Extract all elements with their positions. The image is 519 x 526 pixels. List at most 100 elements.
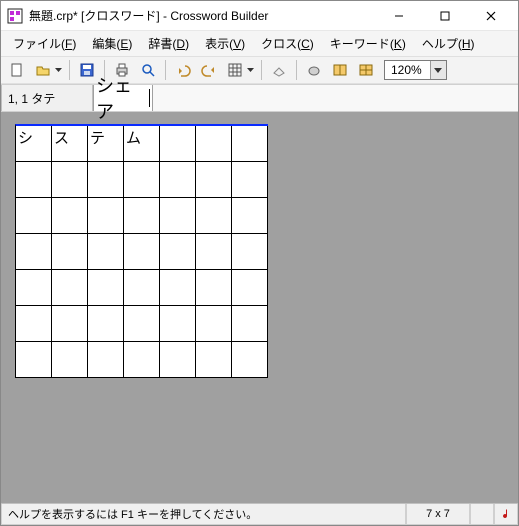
close-button[interactable] — [468, 2, 514, 30]
grid-cell[interactable]: テ — [88, 126, 124, 162]
grid-cell[interactable] — [196, 306, 232, 342]
grid-cell[interactable] — [196, 162, 232, 198]
grid-cell[interactable] — [16, 342, 52, 378]
zoom-combo[interactable]: 120% — [384, 60, 447, 80]
tool-a-button[interactable] — [328, 59, 352, 81]
solve-button[interactable] — [302, 59, 326, 81]
grid-cell[interactable] — [232, 270, 268, 306]
grid-cell[interactable] — [232, 198, 268, 234]
grid-cell[interactable]: シ — [16, 126, 52, 162]
grid-cell[interactable] — [196, 270, 232, 306]
app-icon — [7, 8, 23, 24]
grid-cell[interactable] — [160, 234, 196, 270]
status-hint: ヘルプを表示するには F1 キーを押してください。 — [1, 504, 406, 525]
grid-cell[interactable] — [88, 234, 124, 270]
new-button[interactable] — [5, 59, 29, 81]
grid-cell[interactable] — [52, 198, 88, 234]
clue-text-value: シェア — [96, 72, 148, 124]
toolbar-separator — [69, 60, 70, 80]
grid-cell[interactable]: ス — [52, 126, 88, 162]
menu-file[interactable]: ファイル(F) — [7, 33, 82, 54]
grid-cell[interactable] — [88, 270, 124, 306]
minimize-button[interactable] — [376, 2, 422, 30]
zoom-value[interactable]: 120% — [385, 63, 430, 77]
toolbar-separator — [261, 60, 262, 80]
open-dropdown[interactable] — [53, 68, 63, 73]
status-panel-blank — [470, 504, 494, 525]
grid-cell[interactable] — [196, 342, 232, 378]
grid-cell[interactable] — [52, 270, 88, 306]
chevron-down-icon[interactable] — [430, 61, 446, 79]
grid-cell[interactable] — [124, 306, 160, 342]
grid-cell[interactable] — [16, 198, 52, 234]
grid-settings-button[interactable] — [223, 59, 247, 81]
window-title: 無題.crp* [クロスワード] - Crossword Builder — [29, 7, 376, 24]
grid-cell[interactable] — [88, 162, 124, 198]
grid-cell[interactable] — [52, 234, 88, 270]
grid-cell[interactable] — [196, 126, 232, 162]
grid-cell[interactable] — [52, 306, 88, 342]
open-button[interactable] — [31, 59, 55, 81]
grid-row — [16, 306, 268, 342]
statusbar: ヘルプを表示するには F1 キーを押してください。 7 x 7 — [1, 503, 518, 525]
grid-cell[interactable] — [124, 198, 160, 234]
grid-cell[interactable] — [160, 270, 196, 306]
grid-cell[interactable] — [124, 234, 160, 270]
menu-view[interactable]: 表示(V) — [199, 33, 251, 54]
grid-cell[interactable] — [16, 270, 52, 306]
grid-dropdown[interactable] — [245, 68, 255, 73]
menu-help[interactable]: ヘルプ(H) — [416, 33, 481, 54]
status-music-icon[interactable] — [494, 504, 518, 525]
clue-text-input[interactable]: シェア — [93, 85, 153, 111]
grid-cell[interactable] — [232, 162, 268, 198]
grid-cell[interactable] — [160, 126, 196, 162]
menu-dict[interactable]: 辞書(D) — [142, 33, 195, 54]
grid-cell[interactable] — [196, 234, 232, 270]
menu-edit[interactable]: 編集(E) — [86, 33, 138, 54]
grid-cell[interactable] — [160, 162, 196, 198]
grid-row — [16, 342, 268, 378]
menubar: ファイル(F) 編集(E) 辞書(D) 表示(V) クロス(C) キーワード(K… — [1, 31, 518, 56]
grid-cell[interactable] — [160, 342, 196, 378]
grid-cell[interactable] — [88, 198, 124, 234]
grid-cell[interactable] — [232, 126, 268, 162]
erase-button[interactable] — [267, 59, 291, 81]
toolbar: 120% — [1, 56, 518, 84]
grid-cell[interactable] — [232, 306, 268, 342]
grid-cell[interactable] — [16, 162, 52, 198]
grid-cell[interactable] — [52, 342, 88, 378]
grid-cell[interactable] — [16, 234, 52, 270]
clue-row: 1, 1 タテ シェア — [1, 84, 518, 112]
grid-cell[interactable] — [232, 234, 268, 270]
clue-position-label: 1, 1 タテ — [1, 85, 93, 111]
grid-cell[interactable] — [160, 198, 196, 234]
grid-cell[interactable] — [52, 162, 88, 198]
toolbar-separator — [296, 60, 297, 80]
crossword-grid[interactable]: システム — [15, 124, 268, 378]
redo-button[interactable] — [197, 59, 221, 81]
undo-button[interactable] — [171, 59, 195, 81]
grid-row — [16, 270, 268, 306]
grid-cell[interactable] — [232, 342, 268, 378]
grid-cell[interactable] — [196, 198, 232, 234]
grid-row: システム — [16, 126, 268, 162]
work-area[interactable]: システム — [1, 112, 518, 503]
grid-row — [16, 234, 268, 270]
maximize-button[interactable] — [422, 2, 468, 30]
grid-cell[interactable]: ム — [124, 126, 160, 162]
grid-cell[interactable] — [16, 306, 52, 342]
tool-b-button[interactable] — [354, 59, 378, 81]
menu-cross[interactable]: クロス(C) — [255, 33, 320, 54]
grid-row — [16, 162, 268, 198]
grid-cell[interactable] — [88, 342, 124, 378]
grid-cell[interactable] — [124, 162, 160, 198]
menu-keyword[interactable]: キーワード(K) — [324, 33, 412, 54]
grid-cell[interactable] — [88, 306, 124, 342]
titlebar: 無題.crp* [クロスワード] - Crossword Builder — [1, 1, 518, 31]
grid-cell[interactable] — [124, 270, 160, 306]
grid-cell[interactable] — [124, 342, 160, 378]
text-caret — [149, 89, 150, 107]
status-dimensions: 7 x 7 — [406, 504, 470, 525]
grid-cell[interactable] — [160, 306, 196, 342]
toolbar-separator — [165, 60, 166, 80]
